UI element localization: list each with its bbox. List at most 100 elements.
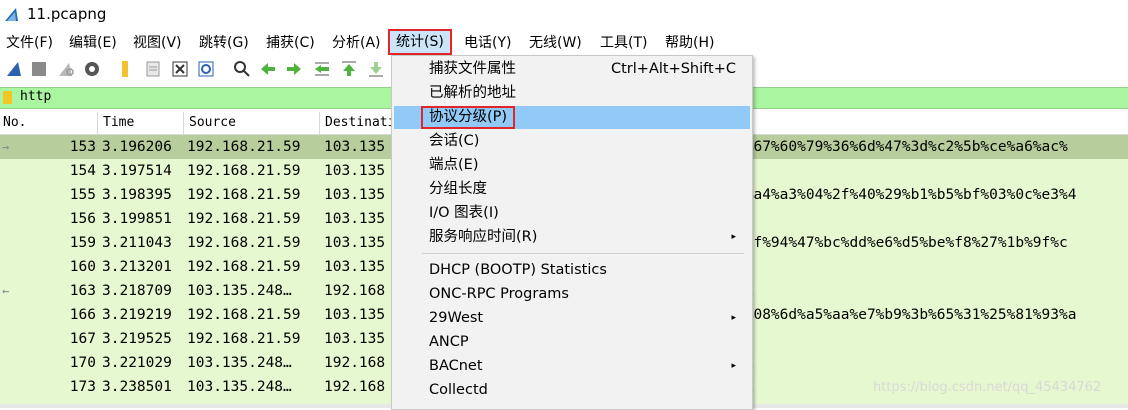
menu-item-resolved-addresses[interactable]: 已解析的地址 (394, 82, 750, 105)
menu-help[interactable]: 帮助(H) (665, 33, 714, 53)
packet-source: 192.168.21.59 (187, 235, 301, 251)
display-filter-input[interactable]: http (20, 89, 51, 104)
restart-icon[interactable] (57, 60, 75, 78)
go-to-packet-icon[interactable] (313, 60, 331, 78)
menu-item-label: 捕获文件属性 (429, 61, 516, 77)
column-header-no[interactable]: No. (3, 115, 26, 130)
packet-destination: 103.135 (324, 163, 386, 179)
packet-no: 167 (69, 331, 96, 347)
packet-no: 160 (69, 259, 96, 275)
reload-icon[interactable] (197, 60, 215, 78)
column-divider[interactable] (97, 112, 98, 134)
menu-item-label: 协议分级(P) (421, 106, 516, 129)
packet-no: 154 (69, 163, 96, 179)
packet-time: 3.197514 (102, 163, 172, 179)
close-file-icon[interactable] (171, 60, 189, 78)
wireshark-fin-icon (5, 8, 18, 21)
menu-item-service-response-time[interactable]: 服务响应时间(R) ▸ (394, 226, 750, 249)
packet-no: 156 (69, 211, 96, 227)
packet-source: 192.168.21.59 (187, 307, 301, 323)
packet-info: :%a4%a3%04%2f%40%29%b1%b5%bf%03%0c%e3%4 (736, 187, 1077, 203)
column-header-destination[interactable]: Destinati (325, 115, 395, 130)
menu-file[interactable]: 文件(F) (6, 33, 53, 53)
menu-separator (422, 253, 744, 254)
menu-item-shortcut: Ctrl+Alt+Shift+C (611, 61, 736, 77)
watermark-text: https://blog.csdn.net/qq_45434762 (873, 380, 1102, 395)
menu-item-dhcp-bootp-statistics[interactable]: DHCP (BOOTP) Statistics (394, 259, 750, 282)
last-packet-icon[interactable] (367, 60, 385, 78)
options-gear-icon[interactable] (83, 60, 101, 78)
packet-destination: 192.168 (324, 355, 386, 371)
title-bar: 11.pcapng (0, 0, 1128, 30)
packet-source: 103.135.248… (187, 283, 292, 299)
menu-view[interactable]: 视图(V) (133, 33, 182, 53)
menu-capture[interactable]: 捕获(C) (266, 33, 315, 53)
submenu-arrow-icon: ▸ (731, 232, 736, 242)
submenu-arrow-icon: ▸ (731, 361, 736, 371)
find-icon[interactable] (233, 60, 251, 78)
menu-analyze[interactable]: 分析(A) (332, 33, 381, 53)
menu-item-packet-lengths[interactable]: 分组长度 (394, 178, 750, 201)
packet-source: 192.168.21.59 (187, 163, 301, 179)
menu-item-conversations[interactable]: 会话(C) (394, 130, 750, 153)
menu-item-collectd[interactable]: Collectd (394, 379, 750, 402)
menu-statistics[interactable]: 统计(S) (388, 29, 452, 55)
submenu-arrow-icon: ▸ (731, 313, 736, 323)
menu-item-29west[interactable]: 29West ▸ (394, 307, 750, 330)
column-header-time[interactable]: Time (103, 115, 134, 130)
packet-time: 3.219219 (102, 307, 172, 323)
menu-wireless[interactable]: 无线(W) (529, 33, 582, 53)
statistics-menu: 捕获文件属性 Ctrl+Alt+Shift+C 已解析的地址 协议分级(P) 会… (391, 55, 753, 410)
menu-go[interactable]: 跳转(G) (199, 33, 249, 53)
column-divider[interactable] (319, 112, 320, 134)
menu-edit[interactable]: 编辑(E) (69, 33, 117, 53)
column-header-source[interactable]: Source (189, 115, 236, 130)
first-packet-icon[interactable] (340, 60, 358, 78)
menu-item-bacnet[interactable]: BACnet ▸ (394, 355, 750, 378)
packet-source: 192.168.21.59 (187, 211, 301, 227)
packet-no: 170 (69, 355, 96, 371)
packet-no: 155 (69, 187, 96, 203)
menu-item-protocol-hierarchy[interactable]: 协议分级(P) (394, 106, 750, 129)
menu-item-endpoints[interactable]: 端点(E) (394, 154, 750, 177)
menu-item-label: 会话(C) (429, 133, 480, 149)
filter-bookmark-icon[interactable] (3, 91, 12, 104)
packet-info: %0f%94%47%bc%dd%e6%d5%be%f8%27%1b%9f%c (736, 235, 1068, 251)
menu-item-label: 已解析的地址 (429, 85, 516, 101)
menu-item-label: Collectd (429, 382, 488, 398)
menu-item-label: 服务响应时间(R) (429, 229, 538, 245)
packet-source: 192.168.21.59 (187, 331, 301, 347)
packet-source: 103.135.248… (187, 355, 292, 371)
packet-time: 3.213201 (102, 259, 172, 275)
menu-item-ancp[interactable]: ANCP (394, 331, 750, 354)
packet-source: 192.168.21.59 (187, 139, 301, 155)
menu-telephony[interactable]: 电话(Y) (464, 33, 511, 53)
packet-info: 5%08%6d%a5%aa%e7%b9%3b%65%31%25%81%93%a (736, 307, 1077, 323)
menu-tools[interactable]: 工具(T) (600, 33, 647, 53)
menu-item-label: DHCP (BOOTP) Statistics (429, 262, 607, 278)
packet-no: 163 (69, 283, 96, 299)
file-set-icon[interactable] (144, 60, 162, 78)
menu-item-onc-rpc-programs[interactable]: ONC-RPC Programs (394, 283, 750, 306)
menu-item-label: 端点(E) (429, 157, 479, 173)
packet-time: 3.199851 (102, 211, 172, 227)
packet-destination: 103.135 (324, 259, 386, 275)
menu-item-io-graphs[interactable]: I/O 图表(I) (394, 202, 750, 225)
packet-time: 3.196206 (102, 139, 172, 155)
menu-bar: 文件(F) 编辑(E) 视图(V) 跳转(G) 捕获(C) 分析(A) 统计(S… (0, 29, 1128, 55)
menu-item-label: BACnet (429, 358, 483, 374)
packet-destination: 192.168 (324, 283, 386, 299)
packet-time: 3.218709 (102, 283, 172, 299)
forward-arrow-icon[interactable] (285, 60, 303, 78)
column-divider[interactable] (183, 112, 184, 134)
packet-no: 159 (69, 235, 96, 251)
open-file-icon[interactable] (116, 60, 134, 78)
packet-time: 3.221029 (102, 355, 172, 371)
packet-destination: 103.135 (324, 139, 386, 155)
menu-item-capture-file-properties[interactable]: 捕获文件属性 Ctrl+Alt+Shift+C (394, 58, 750, 81)
back-arrow-icon[interactable] (259, 60, 277, 78)
stop-icon[interactable] (30, 60, 48, 78)
packet-info: 2%67%60%79%36%6d%47%3d%c2%5b%ce%a6%ac% (736, 139, 1068, 155)
packet-destination: 103.135 (324, 331, 386, 347)
shark-fin-start-icon[interactable] (5, 60, 23, 78)
